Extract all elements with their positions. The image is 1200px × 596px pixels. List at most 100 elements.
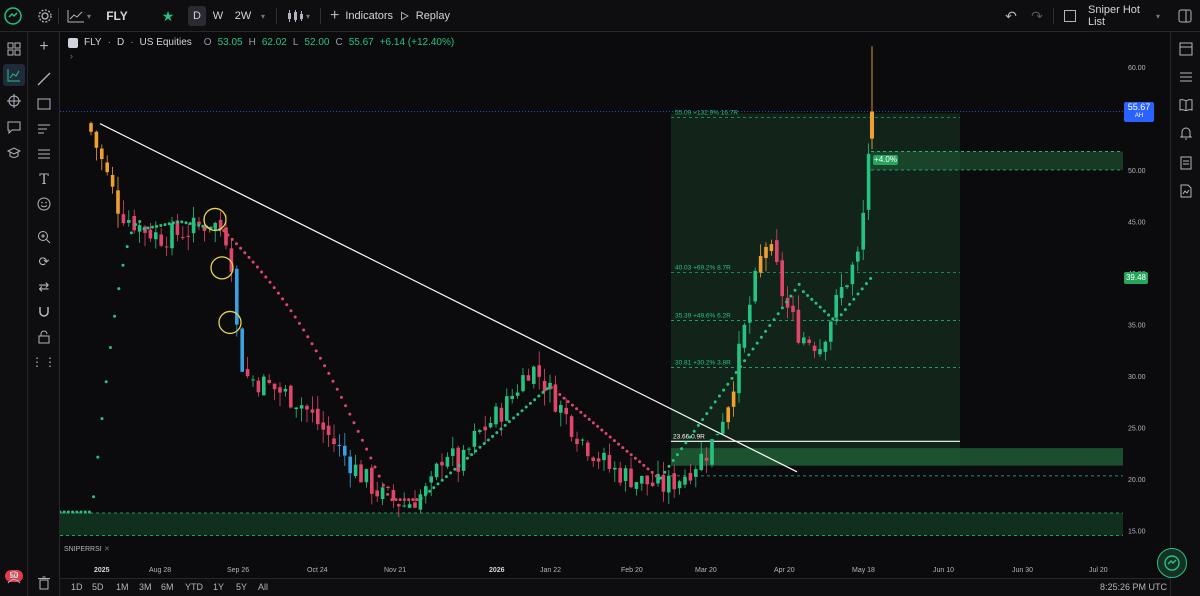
logo-icon[interactable] [4, 6, 22, 26]
indicators-button[interactable]: + Indicators [330, 6, 393, 26]
redo-icon[interactable]: ↷ [1029, 6, 1045, 26]
chart-pane[interactable]: 55.09 +132.9% 16.7R 40.03 +69.2% 8.7R 35.3… [60, 32, 1170, 596]
more-tools-icon[interactable]: ⋮⋮ [31, 353, 56, 371]
range-1m[interactable]: 1M [116, 582, 129, 592]
candle-body [370, 467, 374, 494]
trend-dot [188, 222, 192, 226]
fib-retracement-icon[interactable] [35, 120, 53, 138]
candle-body [316, 408, 320, 425]
candle-body [418, 494, 423, 510]
chart-icon[interactable] [3, 64, 25, 86]
magnet-icon[interactable] [35, 303, 53, 321]
replay-button[interactable]: Replay [400, 6, 450, 26]
candle-body [812, 345, 817, 352]
range-5d[interactable]: 5D [92, 582, 104, 592]
text-tool-icon[interactable]: T [35, 171, 53, 189]
chart-type-icon[interactable]: ▾ [64, 6, 94, 26]
range-6m[interactable]: 6M [161, 582, 174, 592]
settings-gear-icon[interactable] [36, 6, 54, 26]
book-icon[interactable] [1177, 96, 1195, 114]
user-profile-icon[interactable] [5, 568, 23, 586]
right-side-bar [1157, 32, 1200, 596]
list-icon[interactable] [1177, 68, 1195, 86]
candles-style-icon[interactable]: ▾ [284, 6, 312, 26]
price-chart[interactable]: 55.09 +132.9% 16.7R 40.03 +69.2% 8.7R 35.3… [60, 32, 1170, 596]
sync-icon[interactable]: ⇄ [35, 278, 53, 296]
range-ytd[interactable]: YTD [185, 582, 203, 592]
bottom-range-bar: 1D 5D 1M 3M 6M YTD 1Y 5Y All 8:25:26 PM … [60, 578, 1170, 596]
more-icon[interactable] [1176, 6, 1194, 26]
trend-dot [470, 453, 474, 457]
candle-body [299, 405, 304, 409]
trend-dot [701, 417, 705, 421]
pattern-icon[interactable] [35, 145, 53, 163]
bell-icon[interactable] [1177, 124, 1195, 142]
interval-w-button[interactable]: W [209, 6, 227, 26]
favorite-star-icon[interactable]: ★ [160, 6, 176, 26]
notes-icon[interactable] [1177, 154, 1195, 172]
watchlist-select[interactable]: Sniper Hot List ▾ [1088, 4, 1160, 28]
interval-2w-button[interactable]: 2W [232, 6, 254, 26]
crosshair-icon[interactable]: + [35, 38, 53, 56]
candle-body [850, 264, 855, 285]
candle-body [451, 448, 455, 456]
trend-dot [789, 294, 793, 298]
undo-icon[interactable]: ↶ [1003, 6, 1019, 26]
trend-dot [650, 470, 654, 474]
candle-body [121, 214, 126, 224]
range-5y[interactable]: 5Y [236, 582, 247, 592]
legend-expand-icon[interactable]: › [70, 51, 73, 61]
crosshair-target-icon[interactable] [5, 92, 23, 110]
candle-body [602, 452, 606, 461]
range-3m[interactable]: 3M [139, 582, 152, 592]
candle-body [440, 461, 444, 466]
trend-dot [722, 388, 726, 392]
chat-icon[interactable] [5, 118, 23, 136]
trend-dot [381, 483, 385, 487]
emoji-icon[interactable] [35, 195, 53, 213]
trend-dot [457, 464, 461, 468]
candle-body [434, 463, 439, 478]
candle-body [467, 448, 471, 450]
lock-icon[interactable] [35, 328, 53, 346]
trend-dot [402, 498, 406, 502]
education-cap-icon[interactable] [5, 144, 23, 162]
range-1y[interactable]: 1Y [213, 582, 224, 592]
range-all[interactable]: All [258, 582, 268, 592]
rectangle-icon[interactable] [35, 95, 53, 113]
range-1d[interactable]: 1D [71, 582, 83, 592]
trend-dot [230, 237, 234, 241]
trend-dot [306, 335, 310, 339]
zoom-icon[interactable] [35, 228, 53, 246]
trash-icon[interactable] [35, 574, 53, 592]
interval-dropdown-icon[interactable]: ▾ [258, 6, 268, 26]
candle-body [645, 475, 649, 485]
trend-dot [814, 301, 818, 305]
document-chart-icon[interactable] [1177, 182, 1195, 200]
trend-dot [596, 424, 600, 428]
interval-d-button[interactable]: D [188, 6, 206, 26]
trend-dot [638, 460, 642, 464]
layout-square-icon[interactable] [1063, 6, 1077, 26]
time-label-6: Jan 22 [540, 567, 561, 574]
trend-dot [776, 312, 780, 316]
symbol-search[interactable]: FLY [102, 6, 132, 26]
trend-dot [793, 288, 797, 292]
trend-dot [533, 398, 537, 402]
reset-icon[interactable]: ⟳ [35, 253, 53, 271]
trend-dot [864, 282, 868, 286]
candle-body [553, 384, 558, 412]
trend-dot [587, 417, 591, 421]
candle-body [397, 504, 401, 507]
time-label-13: Jul 20 [1089, 567, 1108, 574]
candle-body [332, 438, 336, 445]
trend-dot [646, 467, 650, 471]
trendline-icon[interactable] [35, 70, 53, 88]
candle-body [213, 222, 217, 228]
trend-dot [348, 412, 352, 416]
candle-body [791, 305, 795, 313]
grid-icon[interactable] [5, 40, 23, 58]
watchlist-icon[interactable] [1177, 40, 1195, 58]
price-tick-0: 60.00 [1128, 65, 1146, 72]
candle-body [802, 337, 806, 344]
